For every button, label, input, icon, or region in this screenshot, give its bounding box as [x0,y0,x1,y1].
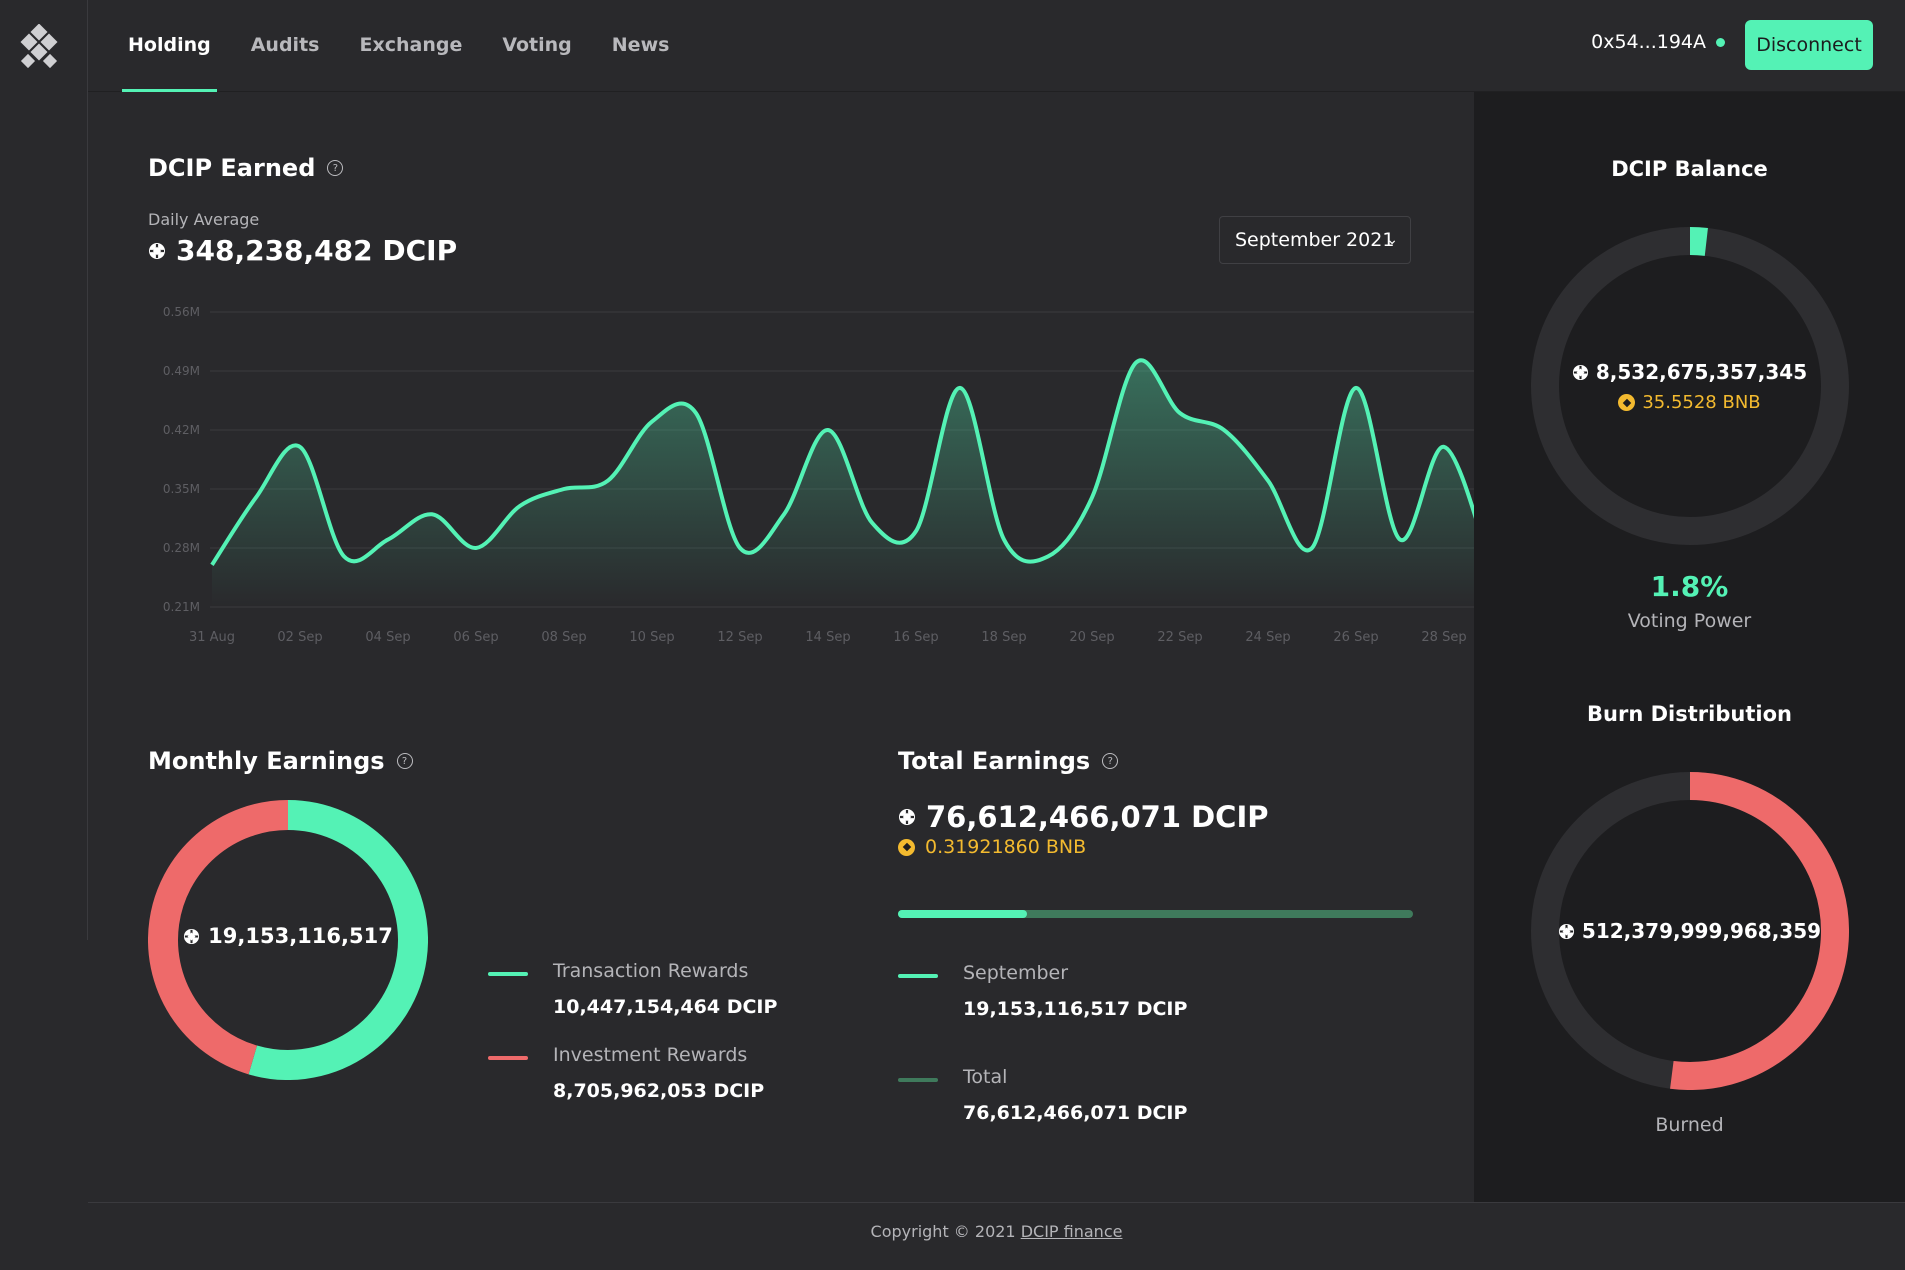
wallet-address-text: 0x54...194A [1591,31,1706,53]
legend-label: September [963,962,1069,984]
sidebar [0,0,88,940]
nav-tab-exchange[interactable]: Exchange [359,0,462,91]
y-tick-label: 0.35M [163,482,200,496]
burn-distribution-title: Burn Distribution [1587,702,1792,726]
main-nav: Holding Audits Exchange Voting News [122,0,670,92]
legend-label: Transaction Rewards [553,960,749,982]
total-earnings-value: 76,612,466,071 DCIP [926,800,1269,834]
y-tick-label: 0.49M [163,364,200,378]
balance-bnb-row: 35.5528 BNB [1474,392,1905,413]
dcip-logo-icon[interactable] [16,24,62,70]
total-earnings-header: Total Earnings ? [898,747,1119,775]
bnb-coin-icon [1618,394,1636,411]
help-icon[interactable]: ? [1102,753,1119,769]
x-tick-label: 08 Sep [541,630,586,645]
dcip-coin-icon [1572,364,1588,380]
daily-average-value: 348,238,482 DCIP [176,234,458,267]
wallet-address: 0x54...194A [1591,31,1725,53]
burn-value-row: 512,379,999,968,359 [1474,919,1905,943]
x-tick-label: 26 Sep [1333,630,1378,645]
legend-value: 76,612,466,071 DCIP [963,1102,1188,1124]
daily-average: 348,238,482 DCIP [148,234,457,267]
legend-label: Total [963,1066,1008,1088]
x-tick-label: 02 Sep [277,630,322,645]
monthly-earnings-header: Monthly Earnings ? [148,747,413,775]
dcip-finance-link[interactable]: DCIP finance [1021,1222,1123,1241]
legend-swatch [898,1078,938,1082]
x-tick-label: 22 Sep [1157,630,1202,645]
dcip-coin-icon [149,242,165,259]
balance-value: 8,532,675,357,345 [1595,360,1808,384]
copyright-text: Copyright © 2021 [870,1222,1016,1241]
dcip-coin-icon [1558,923,1574,939]
donut-track [1531,227,1849,545]
dcip-coin-icon [184,928,200,944]
nav-tab-audits[interactable]: Audits [251,0,320,91]
daily-average-label: Daily Average [148,210,260,229]
legend-swatch [488,972,528,976]
monthly-center-value: 19,153,116,517 [208,924,393,948]
dcip-coin-icon [899,809,915,825]
total-earnings-bnb-row: 0.31921860 BNB [898,836,1086,858]
x-tick-label: 10 Sep [629,630,674,645]
right-panel: DCIP Balance 8,532,675,357,345 35.5528 B… [1474,92,1905,1202]
x-tick-label: 20 Sep [1069,630,1114,645]
legend-value: 19,153,116,517 DCIP [963,998,1188,1020]
footer: Copyright © 2021 DCIP finance [88,1222,1905,1241]
burned-label: Burned [1655,1114,1724,1136]
x-tick-label: 24 Sep [1245,630,1290,645]
dcip-balance-title: DCIP Balance [1611,157,1768,181]
month-select[interactable]: September 2021 ⌄ [1219,216,1411,264]
legend-value: 10,447,154,464 DCIP [553,996,778,1018]
x-tick-label: 14 Sep [805,630,850,645]
total-earnings-progress [898,910,1413,918]
dcip-earned-chart: 0.21M 0.28M 0.35M 0.42M 0.49M 0.56M 31 Aug 02 S… [163,305,1490,645]
y-tick-label: 0.42M [163,423,200,437]
footer-divider [88,1202,1905,1203]
burn-value: 512,379,999,968,359 [1581,919,1822,943]
x-tick-label: 28 Sep [1421,630,1466,645]
help-icon[interactable]: ? [396,753,413,769]
balance-value-row: 8,532,675,357,345 [1474,360,1905,384]
monthly-center: 19,153,116,517 [148,924,428,948]
dcip-earned-title: DCIP Earned [148,154,316,182]
nav-tab-voting[interactable]: Voting [502,0,571,91]
disconnect-button[interactable]: Disconnect [1745,20,1873,70]
chevron-down-icon: ⌄ [1386,232,1398,248]
x-tick-label: 31 Aug [189,630,235,645]
voting-power-label: Voting Power [1627,610,1752,632]
bnb-coin-icon [898,838,915,856]
chart-area-fill [212,360,1488,607]
month-select-value: September 2021 [1235,229,1395,251]
help-icon[interactable]: ? [327,160,344,176]
x-tick-label: 12 Sep [717,630,762,645]
donut-segment-voting-power [1689,227,1708,256]
balance-bnb: 35.5528 BNB [1642,392,1761,413]
dcip-balance-donut [1531,227,1849,545]
legend-swatch [898,974,938,978]
top-nav-bar: Holding Audits Exchange Voting News 0x54… [88,0,1905,92]
nav-tab-news[interactable]: News [612,0,670,91]
legend-swatch [488,1056,528,1060]
total-earnings-title: Total Earnings [898,747,1091,775]
y-tick-label: 0.56M [163,305,200,319]
main-content: DCIP Earned ? Daily Average 348,238,482 … [88,92,1490,1202]
nav-tab-holding[interactable]: Holding [122,0,217,92]
y-tick-label: 0.28M [163,541,200,555]
x-tick-label: 04 Sep [365,630,410,645]
legend-value: 8,705,962,053 DCIP [553,1080,765,1102]
legend-label: Investment Rewards [553,1044,748,1066]
voting-power-value: 1.8% [1650,570,1729,603]
x-tick-label: 16 Sep [893,630,938,645]
total-earnings-value-row: 76,612,466,071 DCIP [898,800,1269,834]
total-earnings-progress-fill [898,910,1027,918]
x-tick-label: 06 Sep [453,630,498,645]
total-earnings-bnb: 0.31921860 BNB [925,836,1087,858]
y-tick-label: 0.21M [163,600,200,614]
monthly-earnings-title: Monthly Earnings [148,747,385,775]
dcip-earned-header: DCIP Earned ? [148,154,344,182]
connected-status-dot-icon [1716,37,1725,47]
x-tick-label: 18 Sep [981,630,1026,645]
